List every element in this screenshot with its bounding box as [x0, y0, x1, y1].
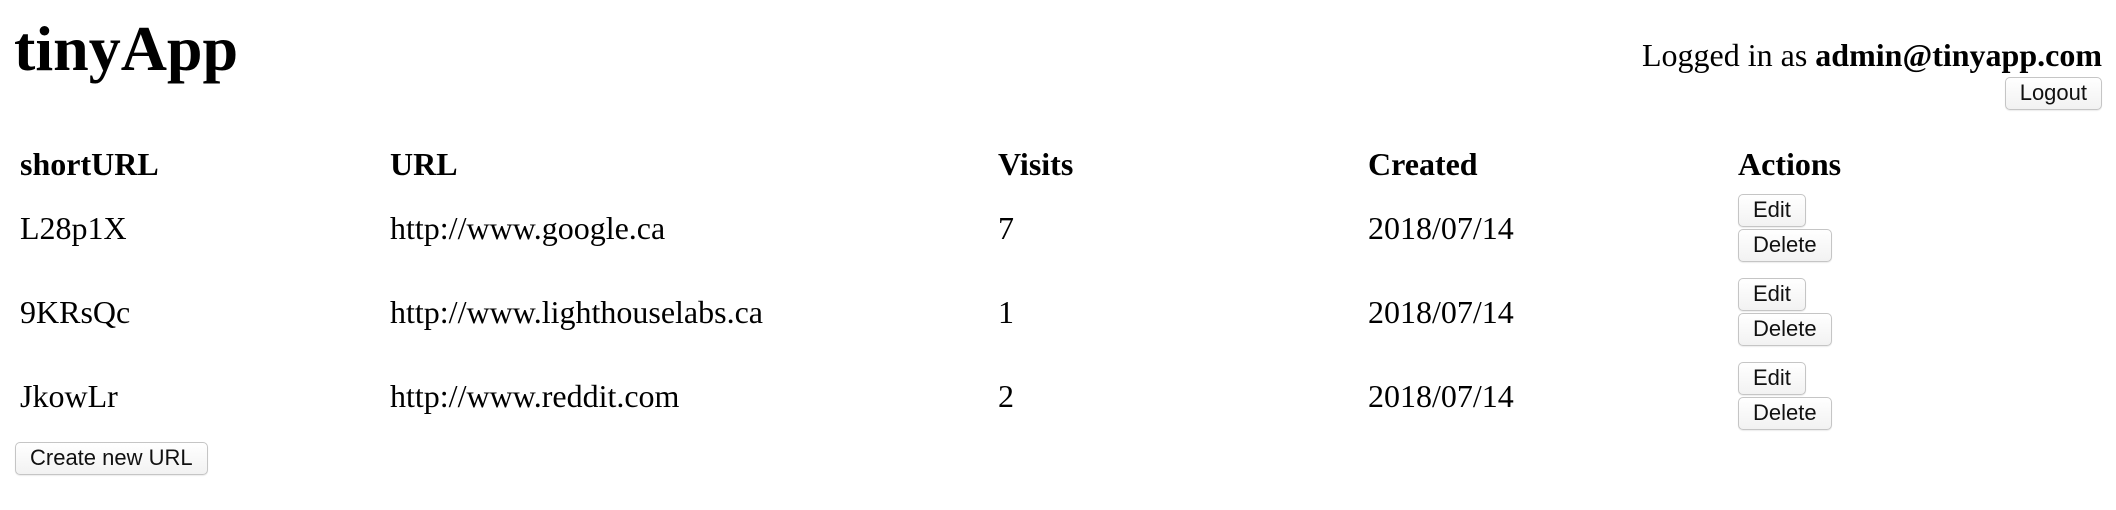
visits-cell: 2 — [998, 377, 1014, 414]
actions-cell: Edit Delete — [1732, 354, 1938, 438]
urls-table: shortURL URL Visits Created Actions L28p… — [14, 142, 1938, 438]
logout-button[interactable]: Logout — [2004, 77, 2102, 111]
created-cell: 2018/07/14 — [1368, 293, 1514, 330]
long-url-cell: http://www.lighthouselabs.ca — [390, 293, 763, 330]
delete-button[interactable]: Delete — [1738, 229, 1832, 262]
login-prefix: Logged in as — [1642, 37, 1808, 73]
column-header-created: Created — [1368, 145, 1478, 182]
edit-button[interactable]: Edit — [1738, 278, 1806, 311]
login-area: Logged in as admin@tinyapp.com Logout — [1642, 37, 2102, 111]
short-url-cell: JkowLr — [20, 377, 118, 414]
delete-button[interactable]: Delete — [1738, 313, 1832, 346]
table-row: JkowLr http://www.reddit.com 2 2018/07/1… — [14, 354, 1938, 438]
app-title: tinyApp — [14, 13, 239, 84]
short-url-cell: L28p1X — [20, 209, 127, 246]
actions-cell: Edit Delete — [1732, 186, 1938, 270]
edit-button[interactable]: Edit — [1738, 194, 1806, 227]
created-cell: 2018/07/14 — [1368, 209, 1514, 246]
column-header-visits: Visits — [998, 145, 1074, 182]
column-header-actions: Actions — [1738, 145, 1842, 182]
visits-cell: 1 — [998, 293, 1014, 330]
header: tinyApp Logged in as admin@tinyapp.com L… — [0, 0, 2116, 120]
long-url-cell: http://www.google.ca — [390, 209, 666, 246]
created-cell: 2018/07/14 — [1368, 377, 1514, 414]
column-header-shorturl: shortURL — [20, 145, 159, 182]
table-row: 9KRsQc http://www.lighthouselabs.ca 1 20… — [14, 270, 1938, 354]
table-row: L28p1X http://www.google.ca 7 2018/07/14… — [14, 186, 1938, 270]
login-status: Logged in as admin@tinyapp.com — [1642, 37, 2102, 73]
column-header-url: URL — [390, 145, 458, 182]
table-header-row: shortURL URL Visits Created Actions — [14, 142, 1938, 186]
visits-cell: 7 — [998, 209, 1014, 246]
user-email: admin@tinyapp.com — [1815, 37, 2102, 73]
short-url-cell: 9KRsQc — [20, 293, 131, 330]
create-new-url-button[interactable]: Create new URL — [15, 442, 208, 475]
actions-cell: Edit Delete — [1732, 270, 1938, 354]
edit-button[interactable]: Edit — [1738, 362, 1806, 395]
delete-button[interactable]: Delete — [1738, 397, 1832, 430]
long-url-cell: http://www.reddit.com — [390, 377, 680, 414]
